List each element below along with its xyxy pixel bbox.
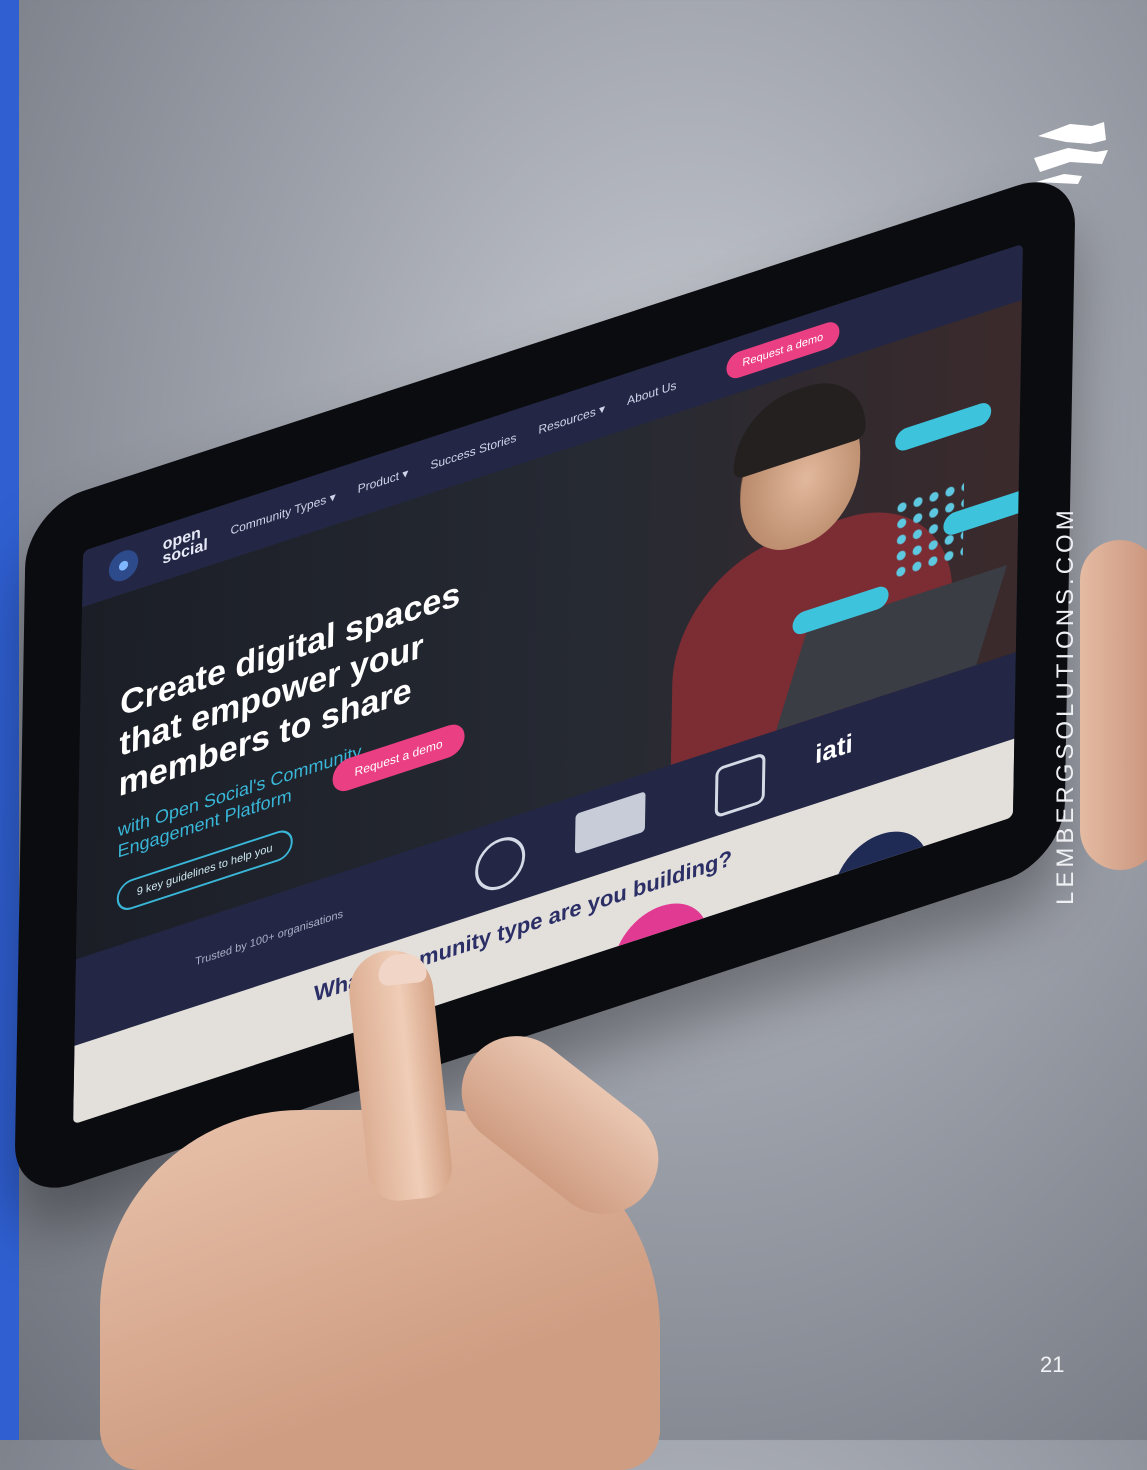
salvation-army-logo-icon (714, 751, 766, 819)
un-logo-icon (474, 830, 526, 898)
iati-logo: iati (814, 727, 854, 770)
holding-hand (1080, 540, 1147, 870)
pointing-hand (40, 946, 800, 1470)
tag-made-to-support[interactable]: #MadeToSupport (811, 928, 925, 981)
nav-about-us[interactable]: About Us (627, 378, 677, 408)
website-url: LEMBERGSOLUTIONS.COM (1052, 506, 1079, 905)
eu-logo-icon (574, 791, 646, 855)
nav-product[interactable]: Product ▾ (358, 466, 409, 497)
open-social-logo-icon[interactable] (106, 543, 141, 589)
support-photo[interactable] (831, 818, 930, 947)
nav-resources[interactable]: Resources ▾ (538, 401, 605, 437)
lemberg-lion-logo-icon (1034, 122, 1108, 184)
page-number: 21 (1040, 1352, 1065, 1377)
floating-chip (894, 400, 992, 454)
nav-success-stories[interactable]: Success Stories (430, 430, 516, 472)
site-logo-text[interactable]: open social (162, 524, 208, 568)
